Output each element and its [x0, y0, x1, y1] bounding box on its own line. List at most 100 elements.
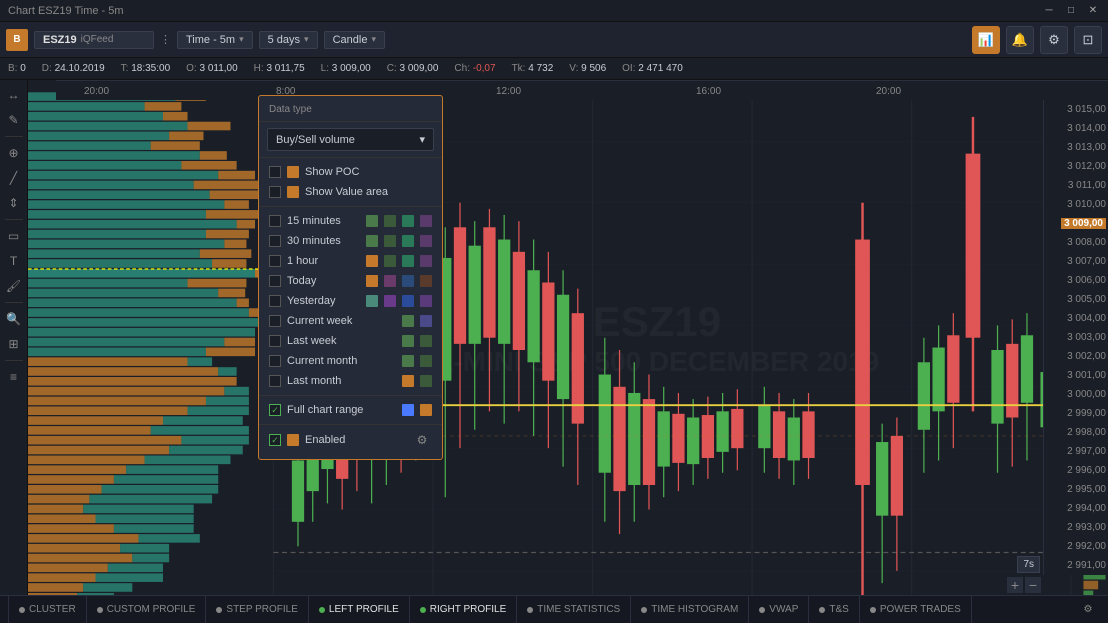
- 30min-color3[interactable]: [402, 235, 414, 247]
- panel-settings-button[interactable]: ⚙: [412, 430, 432, 450]
- bb-right-profile[interactable]: RIGHT PROFILE: [410, 596, 518, 623]
- text-tool[interactable]: T: [3, 250, 25, 272]
- yesterday-color4[interactable]: [420, 295, 432, 307]
- 30min-color4[interactable]: [420, 235, 432, 247]
- bb-left-profile[interactable]: LEFT PROFILE: [309, 596, 410, 623]
- row-1hour[interactable]: 1 hour: [259, 251, 442, 271]
- data-type-select[interactable]: Buy/Sell volume ▾: [267, 128, 434, 151]
- show-poc-checkbox[interactable]: [269, 166, 281, 178]
- last-month-color1[interactable]: [402, 375, 414, 387]
- chart-type-selector[interactable]: Candle ▾: [324, 31, 385, 49]
- last-week-color2[interactable]: [420, 335, 432, 347]
- bb-power-trades[interactable]: POWER TRADES: [860, 596, 972, 623]
- bb-custom-profile[interactable]: CUSTOM PROFILE: [87, 596, 207, 623]
- full-range-color1[interactable]: [402, 404, 414, 416]
- current-month-color1[interactable]: [402, 355, 414, 367]
- row-15min[interactable]: 15 minutes: [259, 211, 442, 231]
- 30min-color1[interactable]: [366, 235, 378, 247]
- bb-time-statistics[interactable]: TIME STATISTICS: [517, 596, 631, 623]
- full-chart-range-checkbox[interactable]: ✓: [269, 404, 281, 416]
- show-poc-row[interactable]: Show POC: [259, 162, 442, 182]
- today-color4[interactable]: [420, 275, 432, 287]
- 15min-color1[interactable]: [366, 215, 378, 227]
- cursor-tool[interactable]: ↔: [3, 84, 25, 106]
- last-week-color1[interactable]: [402, 335, 414, 347]
- 1hour-color1[interactable]: [366, 255, 378, 267]
- 15min-color4[interactable]: [420, 215, 432, 227]
- today-color3[interactable]: [402, 275, 414, 287]
- yesterday-color1[interactable]: [366, 295, 378, 307]
- alert-button[interactable]: 🔔: [1006, 26, 1034, 54]
- last-month-color2[interactable]: [420, 375, 432, 387]
- trend-tool[interactable]: ╱: [3, 167, 25, 189]
- stat-c: C: 3 009,00: [387, 63, 439, 74]
- yesterday-checkbox[interactable]: [269, 295, 281, 307]
- current-month-checkbox[interactable]: [269, 355, 281, 367]
- crosshair-tool[interactable]: ⊕: [3, 142, 25, 164]
- current-week-checkbox[interactable]: [269, 315, 281, 327]
- last-month-checkbox[interactable]: [269, 375, 281, 387]
- brush-tool[interactable]: 🖌: [3, 275, 25, 297]
- current-month-color2[interactable]: [420, 355, 432, 367]
- 1hour-color2[interactable]: [384, 255, 396, 267]
- poc-color-swatch[interactable]: [287, 166, 299, 178]
- close-button[interactable]: ✕: [1086, 4, 1100, 18]
- enabled-checkbox[interactable]: ✓: [269, 434, 281, 446]
- zoom-tool[interactable]: 🔍: [3, 308, 25, 330]
- 30min-checkbox[interactable]: [269, 235, 281, 247]
- yesterday-color2[interactable]: [384, 295, 396, 307]
- row-today[interactable]: Today: [259, 271, 442, 291]
- bottom-bar-settings[interactable]: ⚙: [1076, 598, 1100, 622]
- expand-button[interactable]: ⊡: [1074, 26, 1102, 54]
- row-current-week[interactable]: Current week: [259, 311, 442, 331]
- 30min-color2[interactable]: [384, 235, 396, 247]
- timeframe-selector[interactable]: Time - 5m ▾: [177, 31, 253, 49]
- row-last-week[interactable]: Last week: [259, 331, 442, 351]
- last-week-label: Last week: [287, 335, 396, 347]
- range-selector[interactable]: 5 days ▾: [259, 31, 318, 49]
- show-value-area-row[interactable]: Show Value area: [259, 182, 442, 202]
- maximize-button[interactable]: □: [1064, 4, 1078, 18]
- bb-step-profile[interactable]: STEP PROFILE: [206, 596, 309, 623]
- bb-ts[interactable]: T&S: [809, 596, 859, 623]
- bb-cluster[interactable]: CLUSTER: [8, 596, 87, 623]
- show-value-area-checkbox[interactable]: [269, 186, 281, 198]
- rect-tool[interactable]: ▭: [3, 225, 25, 247]
- zoom-controls[interactable]: + −: [1005, 575, 1043, 595]
- yesterday-color3[interactable]: [402, 295, 414, 307]
- window-controls[interactable]: ─ □ ✕: [1042, 4, 1100, 18]
- zoom-in-button[interactable]: +: [1007, 577, 1023, 593]
- row-full-chart-range[interactable]: ✓ Full chart range: [259, 400, 442, 420]
- 1hour-color3[interactable]: [402, 255, 414, 267]
- last-week-checkbox[interactable]: [269, 335, 281, 347]
- bb-time-histogram[interactable]: TIME HISTOGRAM: [631, 596, 749, 623]
- 1hour-checkbox[interactable]: [269, 255, 281, 267]
- today-checkbox[interactable]: [269, 275, 281, 287]
- measure-tool[interactable]: ⇕: [3, 192, 25, 214]
- 15min-color3[interactable]: [402, 215, 414, 227]
- symbol-selector[interactable]: ESZ19 iQFeed: [34, 31, 154, 49]
- current-week-color1[interactable]: [402, 315, 414, 327]
- grid-tool[interactable]: ⊞: [3, 333, 25, 355]
- settings-tool[interactable]: ≡: [3, 366, 25, 388]
- row-yesterday[interactable]: Yesterday: [259, 291, 442, 311]
- today-color2[interactable]: [384, 275, 396, 287]
- 15min-checkbox[interactable]: [269, 215, 281, 227]
- 15min-color2[interactable]: [384, 215, 396, 227]
- minimize-button[interactable]: ─: [1042, 4, 1056, 18]
- symbol-menu-button[interactable]: ⋮: [160, 33, 171, 46]
- row-last-month[interactable]: Last month: [259, 371, 442, 391]
- row-current-month[interactable]: Current month: [259, 351, 442, 371]
- current-week-color2[interactable]: [420, 315, 432, 327]
- row-30min[interactable]: 30 minutes: [259, 231, 442, 251]
- zoom-out-button[interactable]: −: [1025, 577, 1041, 593]
- indicator-button[interactable]: 📊: [972, 26, 1000, 54]
- full-range-color2[interactable]: [420, 404, 432, 416]
- today-color1[interactable]: [366, 275, 378, 287]
- settings-button[interactable]: ⚙: [1040, 26, 1068, 54]
- enabled-color-swatch[interactable]: [287, 434, 299, 446]
- bb-vwap[interactable]: VWAP: [749, 596, 809, 623]
- value-area-color-swatch[interactable]: [287, 186, 299, 198]
- 1hour-color4[interactable]: [420, 255, 432, 267]
- draw-tool[interactable]: ✎: [3, 109, 25, 131]
